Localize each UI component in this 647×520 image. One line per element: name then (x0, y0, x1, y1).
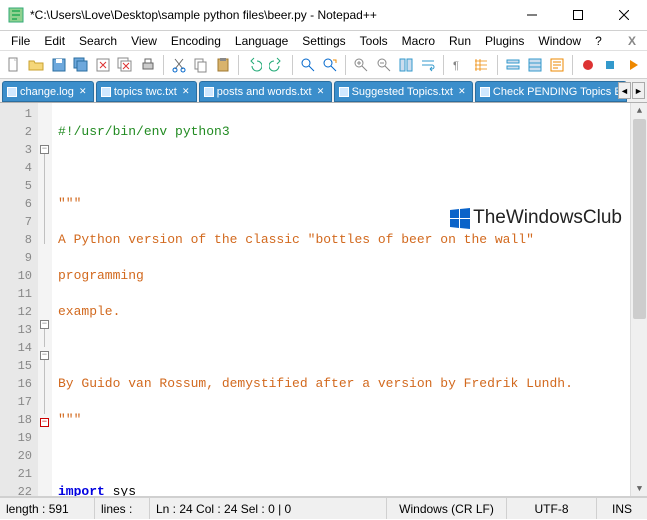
toolbar: ¶ (0, 51, 647, 79)
separator (345, 55, 346, 75)
copy-icon[interactable] (191, 54, 211, 76)
scroll-down-icon[interactable]: ▼ (631, 481, 647, 496)
close-file-icon[interactable] (93, 54, 113, 76)
file-icon (339, 87, 349, 97)
tab-changelog[interactable]: change.log ✕ (2, 81, 94, 102)
close-tab-icon[interactable]: ✕ (180, 86, 192, 98)
tab-label: topics twc.txt (114, 86, 177, 98)
menu-help[interactable]: ? (588, 33, 609, 49)
status-lines: lines : (95, 498, 150, 519)
fold-toggle-icon[interactable]: − (40, 320, 49, 329)
open-file-icon[interactable] (26, 54, 46, 76)
scrollbar-thumb[interactable] (633, 119, 646, 319)
tabbar: change.log ✕ topics twc.txt ✕ posts and … (0, 79, 647, 103)
menu-plugins[interactable]: Plugins (478, 33, 531, 49)
paste-icon[interactable] (213, 54, 233, 76)
tab-posts-words[interactable]: posts and words.txt ✕ (199, 81, 332, 102)
menu-run[interactable]: Run (442, 33, 478, 49)
play-macro-icon[interactable] (623, 54, 643, 76)
file-icon (101, 87, 111, 97)
menu-view[interactable]: View (124, 33, 164, 49)
scroll-up-icon[interactable]: ▲ (631, 103, 647, 118)
sync-scroll-icon[interactable] (396, 54, 416, 76)
close-tab-icon[interactable]: ✕ (315, 86, 327, 98)
new-file-icon[interactable] (4, 54, 24, 76)
tab-suggested[interactable]: Suggested Topics.txt ✕ (334, 81, 473, 102)
menu-window[interactable]: Window (531, 33, 588, 49)
window-controls (509, 0, 647, 31)
stop-macro-icon[interactable] (600, 54, 620, 76)
cut-icon[interactable] (169, 54, 189, 76)
close-all-icon[interactable] (115, 54, 135, 76)
print-icon[interactable] (138, 54, 158, 76)
statusbar: length : 591 lines : Ln : 24 Col : 24 Se… (0, 497, 647, 519)
menu-language[interactable]: Language (228, 33, 295, 49)
menu-encoding[interactable]: Encoding (164, 33, 228, 49)
maximize-button[interactable] (555, 0, 601, 31)
tab-pending[interactable]: Check PENDING Topics E (475, 81, 627, 102)
app-icon (8, 7, 24, 23)
unfold-icon[interactable] (525, 54, 545, 76)
wrap-icon[interactable] (418, 54, 438, 76)
find-icon[interactable] (298, 54, 318, 76)
menu-x-icon[interactable]: X (621, 33, 643, 49)
menubar: File Edit Search View Encoding Language … (0, 31, 647, 51)
titlebar: *C:\Users\Love\Desktop\sample python fil… (0, 0, 647, 31)
tab-label: change.log (20, 86, 74, 98)
redo-icon[interactable] (267, 54, 287, 76)
tab-scroll-right-icon[interactable]: ► (632, 82, 645, 99)
menu-settings[interactable]: Settings (295, 33, 352, 49)
tab-label: Check PENDING Topics E (493, 86, 622, 98)
separator (497, 55, 498, 75)
tab-topics-twc[interactable]: topics twc.txt ✕ (96, 81, 197, 102)
status-encoding: UTF-8 (507, 498, 597, 519)
separator (292, 55, 293, 75)
tab-scroll-left-icon[interactable]: ◄ (618, 82, 631, 99)
tab-label: posts and words.txt (217, 86, 312, 98)
zoom-out-icon[interactable] (373, 54, 393, 76)
window-title: *C:\Users\Love\Desktop\sample python fil… (30, 8, 509, 22)
minimize-button[interactable] (509, 0, 555, 31)
show-all-chars-icon[interactable]: ¶ (449, 54, 469, 76)
status-length: length : 591 (0, 498, 95, 519)
status-eol: Windows (CR LF) (387, 498, 507, 519)
undo-icon[interactable] (244, 54, 264, 76)
separator (163, 55, 164, 75)
menu-macro[interactable]: Macro (395, 33, 442, 49)
svg-text:¶: ¶ (453, 60, 459, 72)
code-content[interactable]: #!/usr/bin/env python3 """ A Python vers… (52, 103, 630, 496)
status-cursor: Ln : 24 Col : 24 Sel : 0 | 0 (150, 498, 387, 519)
vertical-scrollbar[interactable]: ▲ ▼ (630, 103, 647, 496)
fold-toggle-icon[interactable]: − (40, 145, 49, 154)
tab-scroll: ◄ ► (618, 82, 645, 99)
separator (238, 55, 239, 75)
file-icon (7, 87, 17, 97)
menu-file[interactable]: File (4, 33, 37, 49)
separator (443, 55, 444, 75)
indent-guide-icon[interactable] (471, 54, 491, 76)
close-tab-icon[interactable]: ✕ (77, 86, 89, 98)
status-insert-mode: INS (597, 498, 647, 519)
fold-toggle-icon[interactable]: − (40, 418, 49, 427)
fold-toggle-icon[interactable]: − (40, 351, 49, 360)
file-icon (480, 87, 490, 97)
code-editor[interactable]: 12345678910111213141516171819202122 − − … (0, 103, 647, 497)
replace-icon[interactable] (320, 54, 340, 76)
fold-icon[interactable] (502, 54, 522, 76)
line-numbers: 12345678910111213141516171819202122 (0, 103, 38, 496)
separator (572, 55, 573, 75)
save-all-icon[interactable] (71, 54, 91, 76)
close-button[interactable] (601, 0, 647, 31)
record-macro-icon[interactable] (578, 54, 598, 76)
menu-edit[interactable]: Edit (37, 33, 72, 49)
doc-map-icon[interactable] (547, 54, 567, 76)
close-tab-icon[interactable]: ✕ (456, 86, 468, 98)
file-icon (204, 87, 214, 97)
fold-gutter: − − − − (38, 103, 52, 496)
zoom-in-icon[interactable] (351, 54, 371, 76)
save-icon[interactable] (49, 54, 69, 76)
tab-label: Suggested Topics.txt (352, 86, 453, 98)
menu-search[interactable]: Search (72, 33, 124, 49)
menu-tools[interactable]: Tools (353, 33, 395, 49)
